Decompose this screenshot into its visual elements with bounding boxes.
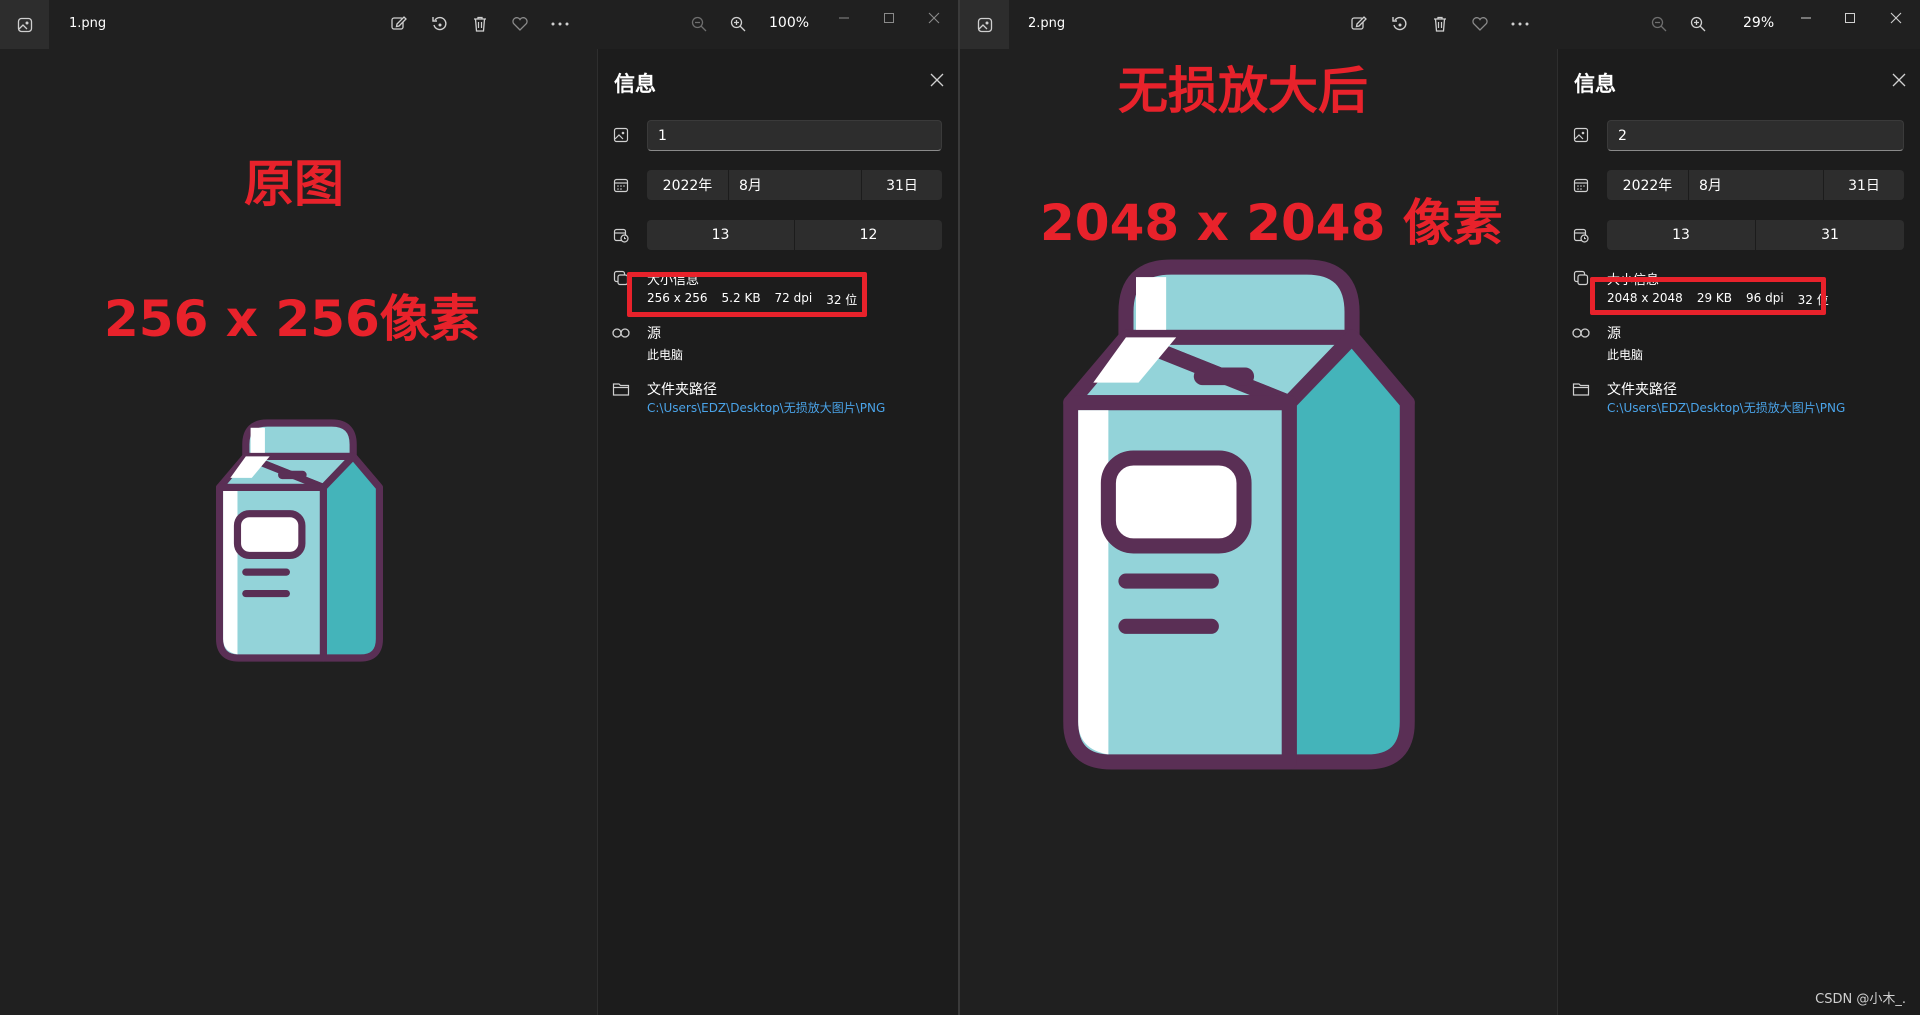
image-name-icon <box>612 126 630 144</box>
image-canvas: 原图 256 x 256像素 <box>0 49 597 1015</box>
calendar-icon <box>1572 176 1590 194</box>
image-name-icon <box>1572 126 1590 144</box>
date-picker[interactable]: 2022年 8月 31日 <box>1607 170 1904 200</box>
close-panel-icon[interactable] <box>928 71 946 89</box>
rotate-icon[interactable] <box>1389 13 1411 35</box>
date-year[interactable]: 2022年 <box>647 170 729 200</box>
size-info-icon <box>1572 269 1590 287</box>
zoom-in-icon[interactable] <box>1687 13 1709 35</box>
highlight-box <box>1590 277 1826 315</box>
close-panel-icon[interactable] <box>1890 71 1908 89</box>
image-name-field[interactable] <box>647 120 942 151</box>
rotate-icon[interactable] <box>429 13 451 35</box>
time-picker[interactable]: 13 31 <box>1607 220 1904 250</box>
milk-carton-image <box>1063 257 1415 772</box>
photo-viewer-window-left: 1.png 100% 原图 256 x 256像素 信息 1 2022年 8月 … <box>0 0 958 1015</box>
highlight-box <box>627 272 867 317</box>
favorite-icon[interactable] <box>509 13 531 35</box>
annotation-original-label: 原图 <box>244 155 344 213</box>
source-label: 源 <box>647 326 661 342</box>
edit-image-icon[interactable] <box>1348 13 1370 35</box>
calendar-icon <box>612 176 630 194</box>
photo-viewer-window-right: 2.png 29% 无损放大后 2048 x 2048 像素 信息 2 2022… <box>960 0 1920 1015</box>
source-value: 此电脑 <box>647 348 684 362</box>
file-name: 1.png <box>69 16 107 31</box>
folder-icon <box>1572 380 1590 398</box>
link-icon <box>612 324 630 342</box>
minimize-icon[interactable] <box>1794 8 1818 28</box>
time-icon <box>612 226 630 244</box>
zoom-in-icon[interactable] <box>727 13 749 35</box>
favorite-icon[interactable] <box>1469 13 1491 35</box>
more-options-icon[interactable] <box>1509 13 1531 35</box>
title-bar: 1.png 100% <box>0 0 958 49</box>
date-picker[interactable]: 2022年 8月 31日 <box>647 170 942 200</box>
info-panel: 信息 2022年 8月 31日 13 31 大小信息 2048 x 2048 <box>1557 49 1920 1015</box>
photos-app-icon[interactable] <box>0 0 49 49</box>
source-value: 此电脑 <box>1607 348 1644 362</box>
folder-icon <box>612 380 630 398</box>
title-bar: 2.png 29% <box>960 0 1920 49</box>
maximize-icon[interactable] <box>877 8 901 28</box>
time-hour[interactable]: 13 <box>1607 220 1756 250</box>
date-day[interactable]: 31日 <box>1824 170 1904 200</box>
panel-title: 信息 <box>1574 72 1616 96</box>
source-label: 源 <box>1607 326 1621 342</box>
date-day[interactable]: 31日 <box>862 170 942 200</box>
image-canvas: 无损放大后 2048 x 2048 像素 <box>960 49 1557 1015</box>
annotation-size-label: 2048 x 2048 像素 <box>1040 194 1503 252</box>
watermark: CSDN @小木_. <box>1815 992 1906 1007</box>
more-options-icon[interactable] <box>549 13 571 35</box>
zoom-out-icon[interactable] <box>688 13 710 35</box>
photos-app-icon[interactable] <box>960 0 1009 49</box>
folder-path-link[interactable]: C:\Users\EDZ\Desktop\无损放大图片\PNG <box>1607 399 1845 416</box>
folder-path-link[interactable]: C:\Users\EDZ\Desktop\无损放大图片\PNG <box>647 399 885 416</box>
image-name-field[interactable] <box>1607 120 1904 151</box>
folder-path-label: 文件夹路径 <box>647 382 717 398</box>
date-month[interactable]: 8月 <box>1689 170 1824 200</box>
date-month[interactable]: 8月 <box>729 170 862 200</box>
maximize-icon[interactable] <box>1838 8 1862 28</box>
link-icon <box>1572 324 1590 342</box>
close-window-icon[interactable] <box>1884 8 1908 28</box>
close-window-icon[interactable] <box>922 8 946 28</box>
delete-icon[interactable] <box>1429 13 1451 35</box>
delete-icon[interactable] <box>469 13 491 35</box>
minimize-icon[interactable] <box>832 8 856 28</box>
milk-carton-image <box>216 418 383 663</box>
zoom-level[interactable]: 29% <box>1743 15 1774 31</box>
zoom-level[interactable]: 100% <box>769 15 809 31</box>
file-name: 2.png <box>1028 16 1066 31</box>
edit-image-icon[interactable] <box>388 13 410 35</box>
folder-path-label: 文件夹路径 <box>1607 382 1677 398</box>
zoom-out-icon[interactable] <box>1648 13 1670 35</box>
annotation-upscaled-label: 无损放大后 <box>1118 62 1368 120</box>
time-hour[interactable]: 13 <box>647 220 795 250</box>
time-minute[interactable]: 12 <box>795 220 942 250</box>
annotation-size-label: 256 x 256像素 <box>104 290 480 348</box>
time-picker[interactable]: 13 12 <box>647 220 942 250</box>
date-year[interactable]: 2022年 <box>1607 170 1689 200</box>
panel-title: 信息 <box>614 72 656 96</box>
time-minute[interactable]: 31 <box>1756 220 1904 250</box>
time-icon <box>1572 226 1590 244</box>
info-panel: 信息 2022年 8月 31日 13 12 大小信息 256 x 256 <box>597 49 958 1015</box>
